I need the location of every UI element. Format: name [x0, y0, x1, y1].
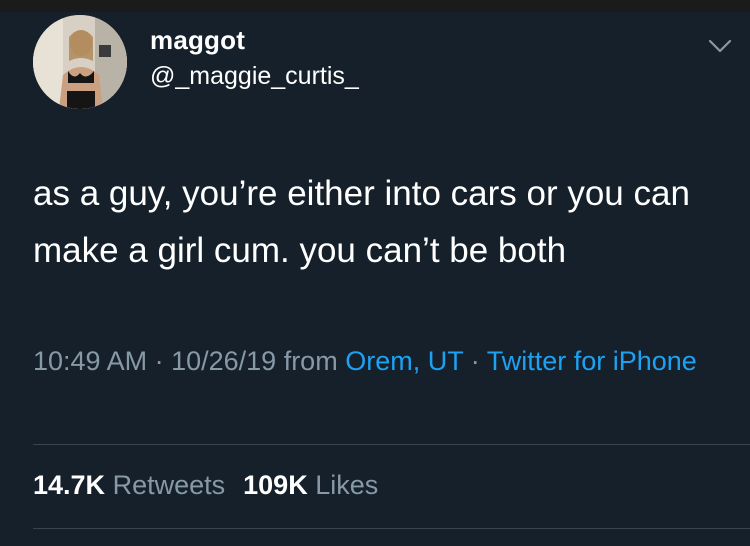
divider-bottom — [33, 528, 750, 529]
likes-stat[interactable]: 109K Likes — [243, 470, 378, 500]
tweet-date[interactable]: 10/26/19 — [171, 346, 276, 376]
divider-top — [33, 444, 750, 445]
source-link[interactable]: Twitter for iPhone — [487, 346, 697, 376]
retweets-label: Retweets — [112, 470, 226, 500]
likes-label: Likes — [315, 470, 379, 500]
retweets-count: 14.7K — [33, 470, 106, 500]
avatar[interactable] — [33, 15, 127, 109]
tweet-stats: 14.7K Retweets 109K Likes — [33, 470, 378, 501]
tweet-time[interactable]: 10:49 AM — [33, 346, 147, 376]
username-handle[interactable]: @_maggie_curtis_ — [150, 62, 359, 91]
likes-count: 109K — [243, 470, 308, 500]
location-link[interactable]: Orem, UT — [345, 346, 463, 376]
chevron-down-icon[interactable] — [707, 36, 733, 56]
tweet-meta: 10:49 AM · 10/26/19 from Orem, UT · Twit… — [33, 340, 713, 382]
tweet-text: as a guy, you’re either into cars or you… — [33, 174, 690, 270]
display-name[interactable]: maggot — [150, 25, 245, 56]
from-label: from — [276, 346, 346, 376]
window-top-bar — [0, 0, 750, 12]
retweets-stat[interactable]: 14.7K Retweets — [33, 470, 225, 500]
meta-separator: · — [147, 346, 172, 376]
meta-separator-2: · — [463, 346, 487, 376]
avatar-photo — [33, 15, 127, 109]
